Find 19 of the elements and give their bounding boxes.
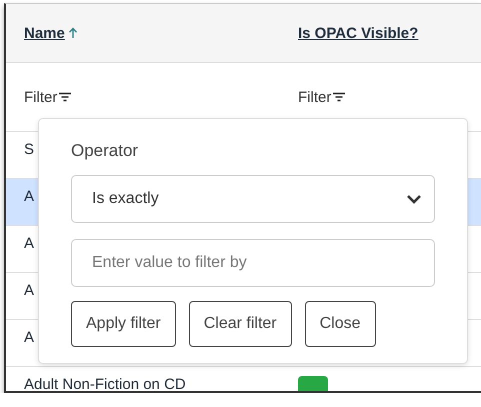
filter-value-input[interactable]: Enter value to filter by [71, 239, 435, 287]
table-cell: A [24, 282, 34, 299]
operator-select[interactable]: Is exactly [71, 175, 435, 223]
filter-toggle[interactable]: Filter [24, 88, 298, 106]
filter-icon[interactable] [59, 92, 72, 102]
operator-label: Operator [71, 141, 140, 161]
table-cell: Adult Non-Fiction on CD [24, 376, 186, 391]
table-cell: S [24, 141, 34, 158]
column-header-link[interactable]: Is OPAC Visible? [298, 24, 418, 42]
table-cell: A [24, 329, 34, 346]
filter-toggle[interactable]: Filter [298, 88, 481, 106]
filter-icon[interactable] [333, 92, 346, 102]
clear-filter-button[interactable]: Clear filter [188, 301, 292, 347]
apply-filter-button[interactable]: Apply filter [71, 301, 176, 347]
table-cell: A [24, 235, 34, 252]
table-cell: A [24, 188, 34, 205]
column-header-link[interactable]: Name [24, 24, 65, 42]
close-button[interactable]: Close [304, 301, 376, 347]
chevron-down-icon [406, 194, 422, 204]
